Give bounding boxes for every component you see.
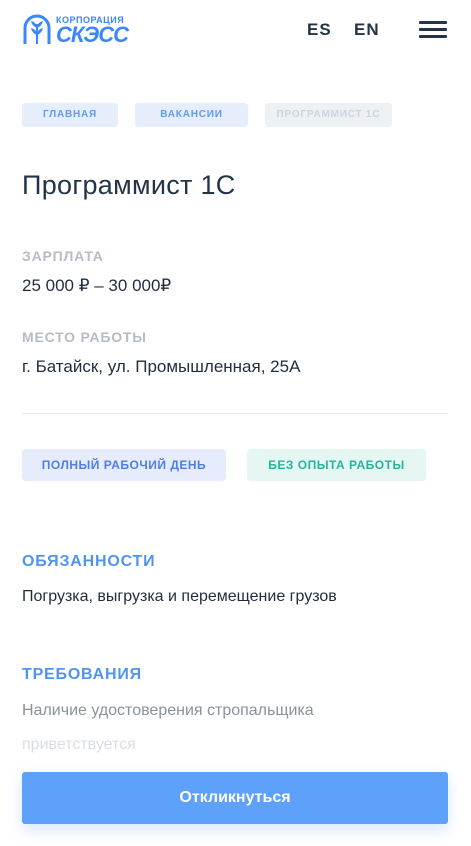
apply-button[interactable]: Откликнуться — [22, 772, 448, 824]
breadcrumb-home[interactable]: ГЛАВНАЯ — [22, 103, 118, 127]
requirements-heading: ТРЕБОВАНИЯ — [22, 666, 142, 683]
workplace-value: г. Батайск, ул. Промышленная, 25А — [22, 357, 301, 376]
hamburger-line — [419, 21, 447, 24]
hamburger-line — [419, 35, 447, 38]
divider — [22, 413, 448, 414]
lang-es-link[interactable]: ES — [307, 20, 332, 40]
workplace-label: МЕСТО РАБОТЫ — [22, 329, 147, 345]
salary-label: ЗАРПЛАТА — [22, 248, 104, 264]
company-logo[interactable]: КОРПОРАЦИЯ СКЭСС — [22, 12, 142, 48]
header: КОРПОРАЦИЯ СКЭСС ES EN — [0, 0, 471, 60]
hamburger-icon[interactable] — [419, 19, 449, 39]
page-title: Программист 1С — [22, 170, 236, 200]
hamburger-line — [419, 28, 447, 31]
duties-text: Погрузка, выгрузка и перемещение грузов — [22, 588, 337, 605]
duties-heading: ОБЯЗАННОСТИ — [22, 553, 156, 570]
logo-wordmark: СКЭСС — [56, 22, 129, 47]
requirements-text: Наличие удостоверения стропальщика — [22, 702, 314, 719]
lang-en-link[interactable]: EN — [354, 20, 380, 40]
salary-value: 25 000 ₽ – 30 000₽ — [22, 276, 172, 295]
breadcrumb-current: ПРОГРАММИСТ 1С — [265, 103, 392, 127]
requirements-text-faded: приветствуется — [22, 736, 136, 753]
wheat-logo-icon — [23, 14, 51, 44]
tag-no-experience: БЕЗ ОПЫТА РАБОТЫ — [247, 449, 426, 481]
tag-full-time: ПОЛНЫЙ РАБОЧИЙ ДЕНЬ — [22, 449, 226, 481]
breadcrumb-vacancies[interactable]: ВАКАНСИИ — [135, 103, 248, 127]
